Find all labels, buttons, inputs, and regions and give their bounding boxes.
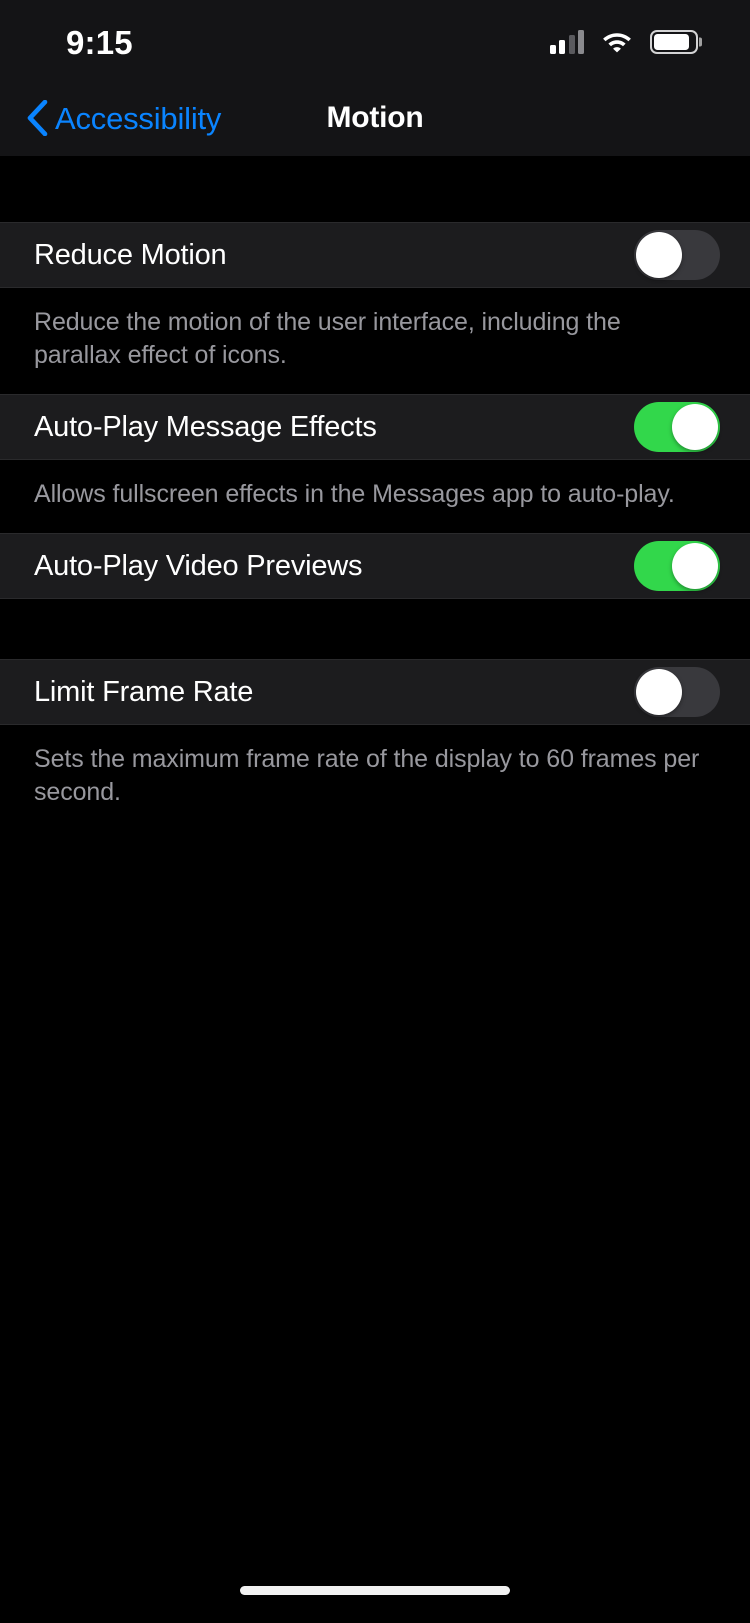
toggle-knob	[636, 232, 682, 278]
toggle-knob	[672, 543, 718, 589]
battery-icon	[650, 30, 702, 54]
back-button-label: Accessibility	[55, 100, 222, 136]
chevron-left-icon	[27, 100, 48, 136]
section-spacer	[0, 599, 750, 659]
row-label: Limit Frame Rate	[34, 675, 254, 708]
home-indicator[interactable]	[240, 1586, 510, 1595]
settings-list[interactable]: Reduce Motion Reduce the motion of the u…	[0, 156, 750, 1623]
wifi-icon	[603, 32, 631, 52]
status-bar-indicators	[549, 30, 702, 54]
battery-nub	[698, 37, 702, 47]
iphone-screen: 9:15 Accessibility Motion Reduce Motion …	[0, 0, 750, 1623]
back-button[interactable]: Accessibility	[22, 94, 225, 142]
section-limit-frame-rate: Limit Frame Rate Sets the maximum frame …	[0, 659, 750, 831]
row-reduce-motion[interactable]: Reduce Motion	[0, 222, 750, 288]
toggle-auto-play-video-previews[interactable]	[634, 541, 720, 591]
row-limit-frame-rate[interactable]: Limit Frame Rate	[0, 659, 750, 725]
toggle-auto-play-message-effects[interactable]	[634, 402, 720, 452]
section-auto-play-video-previews: Auto-Play Video Previews	[0, 533, 750, 659]
row-label: Auto-Play Message Effects	[34, 410, 377, 443]
footer-limit-frame-rate: Sets the maximum frame rate of the displ…	[0, 725, 750, 831]
toggle-reduce-motion[interactable]	[634, 230, 720, 280]
battery-fill	[654, 34, 690, 50]
footer-reduce-motion: Reduce the motion of the user interface,…	[0, 288, 750, 394]
row-label: Reduce Motion	[34, 238, 227, 271]
row-auto-play-video-previews[interactable]: Auto-Play Video Previews	[0, 533, 750, 599]
section-reduce-motion: Reduce Motion Reduce the motion of the u…	[0, 222, 750, 394]
cellular-signal-icon	[549, 30, 584, 54]
navigation-bar: Accessibility Motion	[0, 80, 750, 156]
footer-auto-play-message-effects: Allows fullscreen effects in the Message…	[0, 460, 750, 533]
section-auto-play-message-effects: Auto-Play Message Effects Allows fullscr…	[0, 394, 750, 533]
status-bar-clock: 9:15	[66, 23, 133, 61]
status-bar: 9:15	[0, 0, 750, 80]
row-label: Auto-Play Video Previews	[34, 549, 363, 582]
row-auto-play-message-effects[interactable]: Auto-Play Message Effects	[0, 394, 750, 460]
list-top-spacer	[0, 156, 750, 222]
toggle-knob	[672, 404, 718, 450]
toggle-knob	[636, 669, 682, 715]
toggle-limit-frame-rate[interactable]	[634, 667, 720, 717]
